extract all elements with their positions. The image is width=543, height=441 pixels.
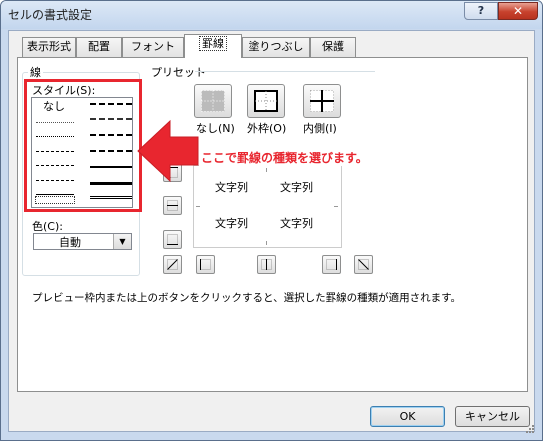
- color-label: 色(C):: [32, 220, 63, 233]
- ok-button[interactable]: OK: [370, 406, 445, 427]
- border-right-icon: [326, 259, 337, 270]
- annotation-text: ここで罫線の種類を選びます。: [199, 149, 370, 166]
- resize-grip-icon[interactable]: [525, 424, 535, 434]
- border-diagonal-up-button[interactable]: [163, 255, 182, 274]
- diagonal-up-icon: [167, 259, 178, 270]
- preset-inside-label: 内側(I): [303, 122, 337, 135]
- tab-number-format[interactable]: 表示形式: [22, 37, 76, 57]
- preset-divider: [195, 71, 375, 72]
- tab-fill[interactable]: 塗りつぶし: [242, 37, 310, 57]
- annotation-arrow-icon: [137, 119, 199, 183]
- border-left-button[interactable]: [196, 255, 215, 274]
- border-diagonal-down-button[interactable]: [354, 255, 373, 274]
- diagonal-down-icon: [358, 259, 369, 270]
- preview-cell-text: 文字列: [280, 217, 313, 230]
- border-vertical-icon: [261, 259, 272, 270]
- tab-protection[interactable]: 保護: [310, 37, 356, 57]
- line-group-label: 線: [28, 64, 43, 80]
- tab-border[interactable]: 罫線: [184, 34, 242, 58]
- tab-border-label: 罫線: [199, 36, 227, 51]
- highlight-frame: [24, 79, 142, 212]
- dropdown-arrow-icon[interactable]: ▼: [113, 234, 131, 249]
- border-right-button[interactable]: [322, 255, 341, 274]
- preset-group-label: プリセット: [151, 66, 206, 79]
- border-inside-icon: [310, 90, 334, 112]
- preset-none-button[interactable]: [194, 84, 232, 118]
- preview-tick: [266, 241, 267, 245]
- color-dropdown-value: 自動: [59, 236, 81, 249]
- description-text: プレビュー枠内または上のボタンをクリックすると、選択した罫線の種類が適用されます…: [32, 292, 462, 304]
- border-preview-area[interactable]: [193, 165, 342, 248]
- close-button[interactable]: ✕: [498, 2, 538, 20]
- border-bottom-button[interactable]: [163, 230, 182, 249]
- border-middle-horizontal-button[interactable]: [163, 196, 182, 215]
- preset-outline-label: 外枠(O): [247, 122, 287, 135]
- border-none-icon: [201, 90, 225, 112]
- preset-outline-button[interactable]: [247, 84, 285, 118]
- preview-tick: [196, 206, 200, 207]
- border-outline-icon: [254, 90, 278, 112]
- border-horizontal-icon: [167, 200, 178, 211]
- preview-cell-text: 文字列: [280, 181, 313, 194]
- cancel-button[interactable]: キャンセル: [455, 406, 530, 427]
- preview-cell-text: 文字列: [215, 181, 248, 194]
- preview-tick: [266, 168, 267, 172]
- preview-cell-text: 文字列: [215, 217, 248, 230]
- border-bottom-icon: [167, 234, 178, 245]
- border-middle-vertical-button[interactable]: [257, 255, 276, 274]
- dialog-title: セルの書式設定: [8, 8, 93, 22]
- tab-alignment[interactable]: 配置: [76, 37, 122, 57]
- border-left-icon: [200, 259, 211, 270]
- help-button[interactable]: ?: [464, 2, 498, 20]
- preview-tick: [334, 206, 338, 207]
- tab-font[interactable]: フォント: [122, 37, 184, 57]
- preset-inside-button[interactable]: [303, 84, 341, 118]
